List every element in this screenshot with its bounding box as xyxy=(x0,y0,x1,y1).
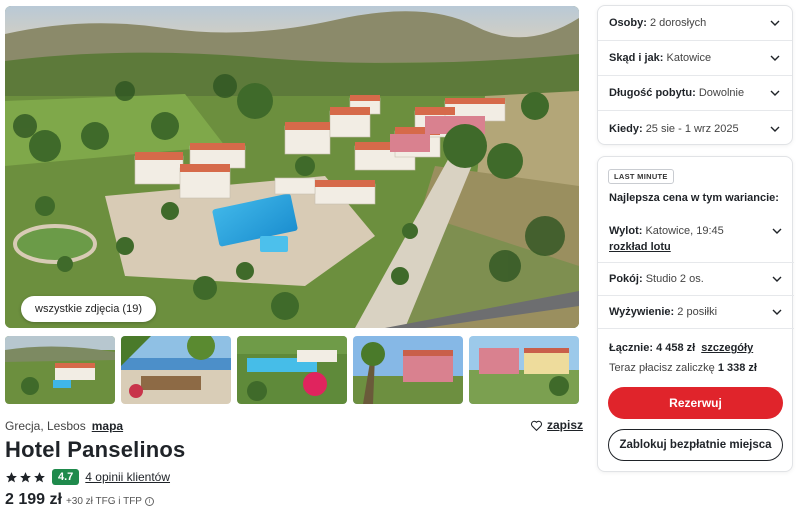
row-departure[interactable]: Skąd i jak: Katowice xyxy=(598,41,792,76)
chevron-down-icon xyxy=(772,228,782,234)
star-icon xyxy=(6,471,17,482)
location-line: Grecja, Lesbos mapa xyxy=(5,419,123,433)
row-label: Kiedy: xyxy=(609,122,643,135)
score-badge: 4.7 xyxy=(52,469,80,485)
reviews-link[interactable]: 4 opinii klientów xyxy=(85,470,170,484)
thumbnail-image xyxy=(5,336,115,404)
reserve-button[interactable]: Rezerwuj xyxy=(608,387,783,419)
row-persons[interactable]: Osoby: 2 dorosłych xyxy=(598,6,792,41)
chevron-down-icon xyxy=(770,20,780,26)
map-link[interactable]: mapa xyxy=(92,419,123,433)
thumbnail-1[interactable] xyxy=(5,336,115,404)
row-label: Osoby: xyxy=(609,17,647,29)
heart-icon xyxy=(530,420,543,431)
flight-schedule-link[interactable]: rozkład lotu xyxy=(609,241,671,253)
block-seats-button[interactable]: Zablokuj bezpłatnie miejsca xyxy=(608,429,783,461)
star-icon xyxy=(34,471,45,482)
row-dates[interactable]: Kiedy: 25 sie - 1 wrz 2025 xyxy=(598,111,792,146)
chevron-down-icon xyxy=(770,126,780,132)
thumbnail-3[interactable] xyxy=(237,336,347,404)
thumbnail-strip xyxy=(5,336,579,404)
hotel-stars xyxy=(5,471,46,484)
offer-panel: LAST MINUTE Najlepsza cena w tym warianc… xyxy=(597,156,794,472)
total-price: Łącznie: 4 458 zł xyxy=(609,342,696,354)
chevron-down-icon xyxy=(770,90,780,96)
location-text: Grecja, Lesbos xyxy=(5,419,86,433)
room-label: Pokój: xyxy=(609,273,643,285)
row-flight[interactable]: Wylot: Katowice, 19:45 rozkład lotu xyxy=(598,219,794,263)
save-button[interactable]: zapisz xyxy=(530,418,583,432)
row-room[interactable]: Pokój: Studio 2 os. xyxy=(598,263,794,296)
thumbnail-5[interactable] xyxy=(469,336,579,404)
row-value: 2 dorosłych xyxy=(649,17,707,29)
price-extra-text: +30 zł TFG i TFP xyxy=(65,496,142,507)
row-label: Długość pobytu: xyxy=(609,87,696,99)
thumbnail-image xyxy=(237,336,347,404)
deposit-value: 1 338 zł xyxy=(717,362,757,374)
row-value: 25 sie - 1 wrz 2025 xyxy=(645,122,739,135)
deposit-line: Teraz płacisz zaliczkę 1 338 zł xyxy=(609,362,757,374)
board-value: 2 posiłki xyxy=(677,306,718,318)
row-label: Skąd i jak: xyxy=(609,52,664,64)
thumbnail-image xyxy=(121,336,231,404)
star-icon xyxy=(20,471,31,482)
total-line: Łącznie: 4 458 zł szczegóły xyxy=(609,342,753,354)
best-price-heading: Najlepsza cena w tym wariancie: xyxy=(609,192,779,204)
rating-row: 4.7 4 opinii klientów xyxy=(5,469,170,485)
hero-photo[interactable]: wszystkie zdjęcia (19) xyxy=(5,6,579,328)
search-panel: Osoby: 2 dorosłych Skąd i jak: Katowice … xyxy=(597,5,793,145)
info-icon[interactable]: i xyxy=(144,497,154,506)
hotel-title: Hotel Panselinos xyxy=(5,437,186,462)
thumbnail-image xyxy=(469,336,579,404)
thumbnail-2[interactable] xyxy=(121,336,231,404)
flight-value: Katowice, 19:45 xyxy=(645,225,724,237)
all-photos-button[interactable]: wszystkie zdjęcia (19) xyxy=(21,296,156,322)
chevron-down-icon xyxy=(772,309,782,315)
thumbnail-image xyxy=(353,336,463,404)
row-value: Katowice xyxy=(666,52,712,64)
row-value: Dowolnie xyxy=(698,87,745,99)
price-row: 2 199 zł +30 zł TFG i TFP i xyxy=(5,491,154,509)
last-minute-badge: LAST MINUTE xyxy=(608,169,674,184)
deposit-text: Teraz płacisz zaliczkę xyxy=(609,362,715,374)
chevron-down-icon xyxy=(772,276,782,282)
thumbnail-4[interactable] xyxy=(353,336,463,404)
hotel-aerial-photo xyxy=(5,6,579,328)
row-duration[interactable]: Długość pobytu: Dowolnie xyxy=(598,76,792,111)
chevron-down-icon xyxy=(770,55,780,61)
details-link[interactable]: szczegóły xyxy=(701,342,753,354)
price-extra: +30 zł TFG i TFP i xyxy=(66,496,154,507)
flight-label: Wylot: xyxy=(609,225,643,237)
save-label: zapisz xyxy=(547,418,584,432)
row-board[interactable]: Wyżywienie: 2 posiłki xyxy=(598,296,794,329)
price-value: 2 199 zł xyxy=(5,491,62,508)
board-label: Wyżywienie: xyxy=(609,306,675,318)
room-value: Studio 2 os. xyxy=(645,273,704,285)
